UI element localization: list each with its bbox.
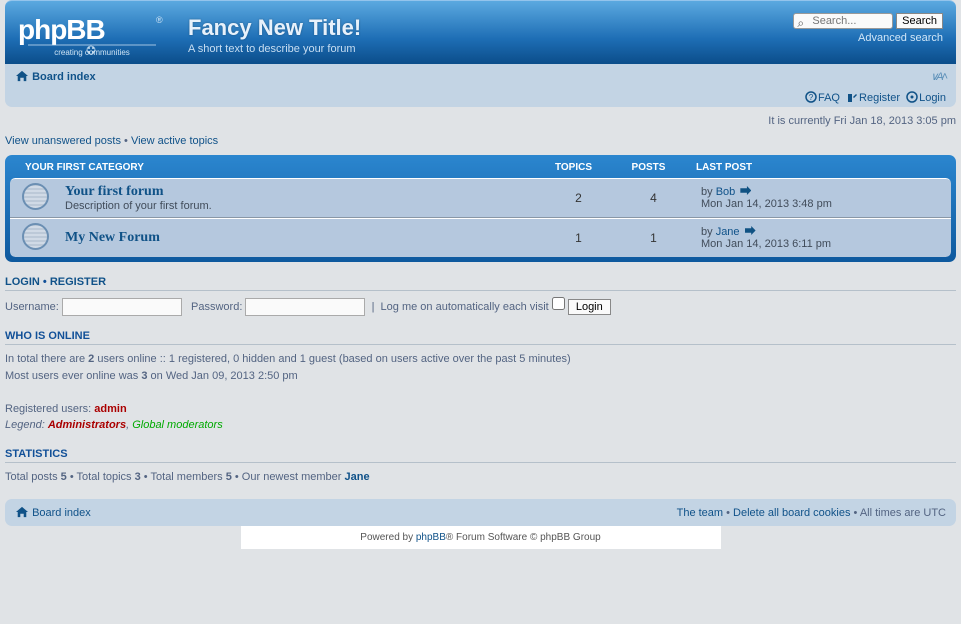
forum-row: Your first forum Description of your fir… (10, 178, 951, 218)
login-form: Username: Password: | Log me on automati… (5, 297, 956, 316)
copyright: Powered by phpBB® Forum Software © phpBB… (241, 526, 721, 549)
forum-icon (10, 223, 60, 253)
faq-link[interactable]: FAQ (818, 92, 840, 104)
newest-member-link[interactable]: Jane (345, 471, 370, 483)
col-last-post: LAST POST (686, 162, 946, 173)
forum-last-post: by Jane Mon Jan 14, 2013 6:11 pm (691, 226, 951, 250)
register-link[interactable]: Register (859, 92, 900, 104)
arrow-icon (745, 226, 756, 235)
last-post-user[interactable]: Jane (716, 226, 740, 238)
search-box: ⌕ Search Advanced search (793, 13, 943, 44)
register-icon (846, 91, 858, 103)
forum-topics: 2 (541, 191, 616, 205)
svg-text:®: ® (156, 15, 163, 25)
forum-row: My New Forum 1 1 by Jane Mon Jan 14, 201… (10, 218, 951, 257)
last-post-user[interactable]: Bob (716, 186, 736, 198)
home-icon (15, 70, 29, 82)
forum-last-post: by Bob Mon Jan 14, 2013 3:48 pm (691, 186, 951, 210)
legend-globalmod-link[interactable]: Global moderators (132, 419, 223, 431)
forum-desc: Description of your first forum. (65, 200, 212, 212)
forum-title-link[interactable]: Your first forum (65, 184, 164, 199)
svg-text:phpBB: phpBB (18, 14, 105, 45)
login-link[interactable]: Login (919, 92, 946, 104)
register-heading-link[interactable]: REGISTER (50, 276, 106, 288)
breadcrumb-board-index[interactable]: Board index (32, 71, 96, 83)
statistics-body: Total posts 5 • Total topics 3 • Total m… (5, 469, 956, 486)
font-size-toggle[interactable]: ∨A˄ (930, 70, 946, 83)
category-block: YOUR FIRST CATEGORY TOPICS POSTS LAST PO… (5, 155, 956, 262)
login-heading-link[interactable]: LOGIN (5, 276, 40, 288)
who-online-heading: WHO IS ONLINE (5, 330, 956, 345)
footer-board-index[interactable]: Board index (32, 507, 91, 519)
quick-links: View unanswered posts • View active topi… (5, 135, 956, 147)
header-bar: phpBB ® creating communities Fancy New T… (5, 0, 956, 64)
navbar: Board index ∨A˄ ? FAQ Register Login (5, 64, 956, 107)
phpbb-link[interactable]: phpBB (416, 532, 446, 543)
goto-last-post[interactable] (743, 226, 756, 238)
forum-posts: 4 (616, 191, 691, 205)
view-unanswered-link[interactable]: View unanswered posts (5, 135, 121, 147)
view-active-link[interactable]: View active topics (131, 135, 218, 147)
site-subtitle: A short text to describe your forum (188, 43, 361, 55)
arrow-icon (740, 186, 751, 195)
current-time: It is currently Fri Jan 18, 2013 3:05 pm (5, 115, 956, 127)
login-icon (906, 91, 918, 103)
col-posts: POSTS (611, 162, 686, 173)
legend-admin-link[interactable]: Administrators (48, 419, 126, 431)
team-link[interactable]: The team (677, 507, 723, 519)
footer-nav: Board index The team • Delete all board … (5, 499, 956, 526)
search-input[interactable] (793, 13, 893, 29)
online-user-link[interactable]: admin (94, 403, 126, 415)
autologin-checkbox[interactable] (552, 297, 565, 310)
forum-topics: 1 (541, 231, 616, 245)
username-label: Username: (5, 301, 59, 313)
goto-last-post[interactable] (738, 186, 751, 198)
search-button[interactable]: Search (896, 13, 943, 29)
home-icon (15, 506, 29, 518)
category-title[interactable]: YOUR FIRST CATEGORY (25, 162, 144, 173)
password-label: Password: (191, 301, 242, 313)
statistics-heading: STATISTICS (5, 448, 956, 463)
site-title: Fancy New Title! (188, 15, 361, 41)
who-online-body: In total there are 2 users online :: 1 r… (5, 351, 956, 434)
svg-text:?: ? (809, 93, 814, 102)
forum-title-link[interactable]: My New Forum (65, 230, 160, 245)
faq-icon: ? (805, 91, 817, 103)
phpbb-logo: phpBB ® creating communities (18, 11, 166, 59)
delete-cookies-link[interactable]: Delete all board cookies (733, 507, 850, 519)
timezone-text: All times are UTC (860, 507, 946, 519)
advanced-search-link[interactable]: Advanced search (793, 32, 943, 44)
col-topics: TOPICS (536, 162, 611, 173)
forum-icon (10, 183, 60, 213)
login-heading: LOGIN • REGISTER (5, 276, 956, 291)
svg-text:creating communities: creating communities (54, 48, 130, 57)
autologin-label: Log me on automatically each visit (381, 301, 549, 313)
login-submit-button[interactable]: Login (568, 299, 611, 315)
username-input[interactable] (62, 298, 182, 316)
password-input[interactable] (245, 298, 365, 316)
forum-posts: 1 (616, 231, 691, 245)
